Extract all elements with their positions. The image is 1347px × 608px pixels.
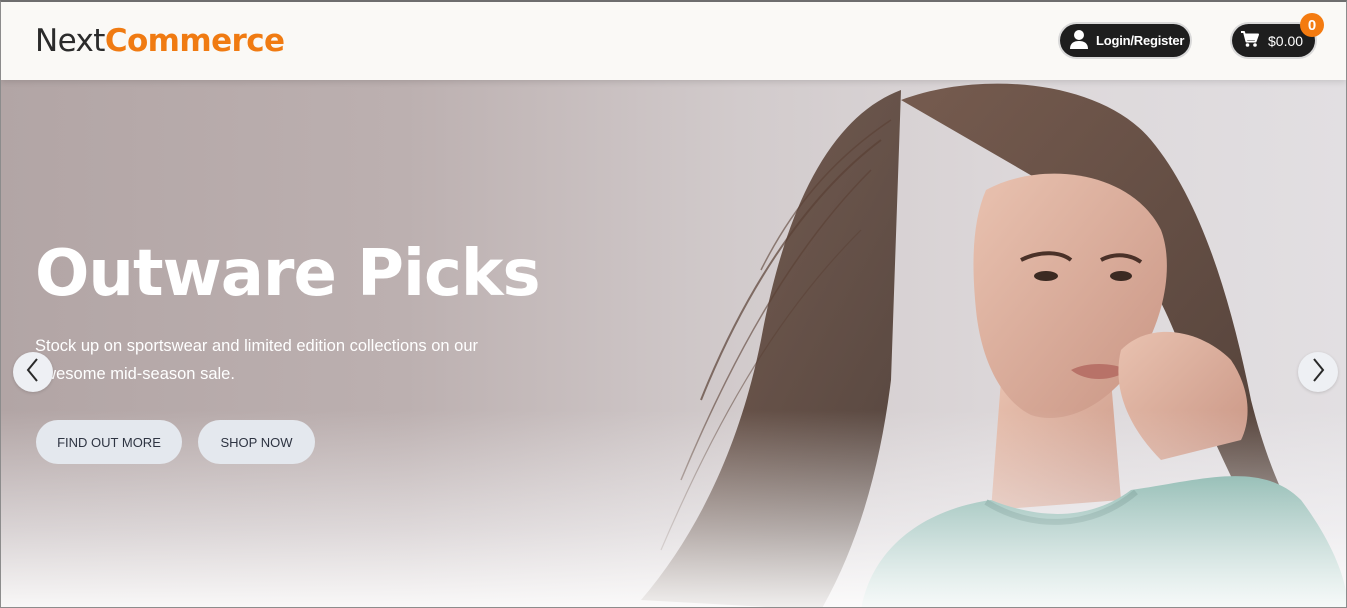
carousel-prev-button[interactable]: [13, 352, 53, 392]
site-header: NextCommerce Login/Register $0.00 0: [1, 2, 1346, 80]
chevron-left-icon: [25, 357, 41, 388]
login-register-label: Login/Register: [1096, 33, 1185, 48]
cart-total: $0.00: [1268, 32, 1304, 49]
cart-count-badge: 0: [1300, 13, 1324, 37]
logo-text-next: Next: [35, 23, 105, 59]
login-register-button[interactable]: Login/Register: [1060, 24, 1190, 57]
hero-carousel: Outware Picks Stock up on sportswear and…: [1, 80, 1346, 607]
cart-icon: [1240, 30, 1260, 51]
site-logo[interactable]: NextCommerce: [35, 22, 285, 60]
logo-text-commerce: Commerce: [104, 23, 285, 59]
hero-description: Stock up on sportswear and limited editi…: [35, 337, 478, 383]
carousel-next-button[interactable]: [1298, 352, 1338, 392]
shop-now-button[interactable]: SHOP NOW: [198, 420, 315, 464]
hero-title: Outware Picks: [35, 237, 541, 311]
chevron-right-icon: [1310, 357, 1326, 388]
user-icon: [1068, 28, 1090, 53]
browser-frame: NextCommerce Login/Register $0.00 0 Outw…: [0, 0, 1347, 608]
find-out-more-button[interactable]: FIND OUT MORE: [36, 420, 182, 464]
